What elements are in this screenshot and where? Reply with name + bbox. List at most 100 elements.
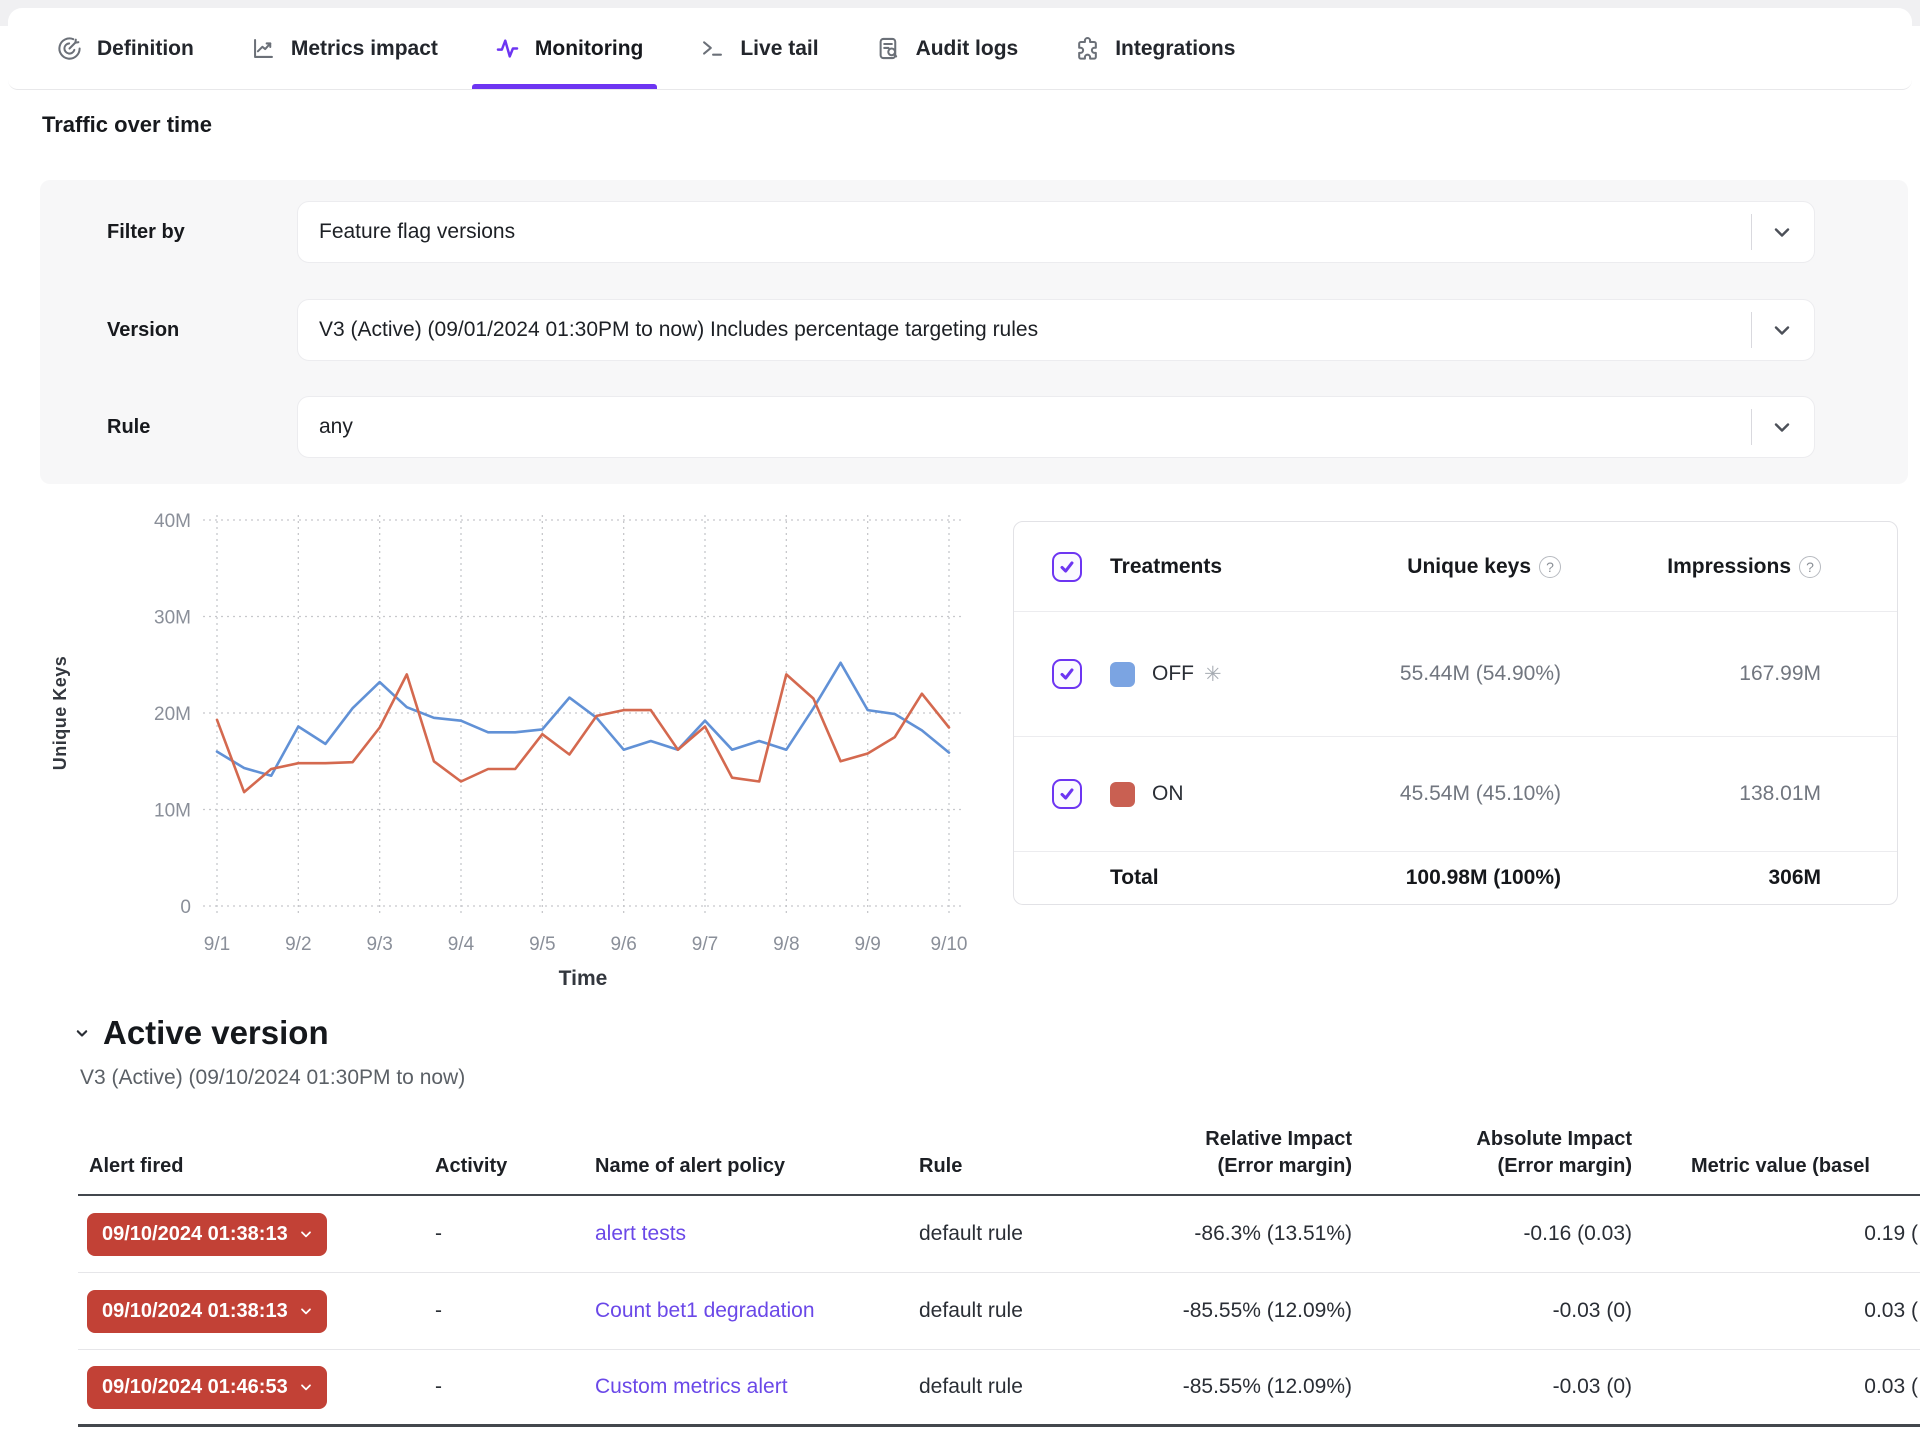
filter-by-select[interactable]: Feature flag versions xyxy=(297,201,1815,263)
section-title: Traffic over time xyxy=(42,112,212,138)
alert-fired-badge[interactable]: 09/10/2024 01:38:13 xyxy=(87,1213,327,1256)
treatments-table: Treatments Unique keys ? Impressions ? O… xyxy=(1013,521,1898,905)
filter-by-value: Feature flag versions xyxy=(298,220,1751,244)
chevron-down-icon xyxy=(298,1379,314,1395)
treatment-off-checkbox[interactable] xyxy=(1052,659,1082,689)
tab-label: Integrations xyxy=(1115,37,1235,61)
svg-text:9/10: 9/10 xyxy=(931,934,968,955)
version-label: Version xyxy=(107,319,179,342)
tab-metrics-impact[interactable]: Metrics impact xyxy=(250,8,438,89)
rule-select[interactable]: any xyxy=(297,396,1815,458)
tab-definition[interactable]: Definition xyxy=(56,8,194,89)
absolute-impact-cell: -0.03 (0) xyxy=(1363,1375,1643,1399)
unique-keys-column-header: Unique keys ? xyxy=(1261,555,1561,579)
tab-live-tail[interactable]: Live tail xyxy=(699,8,818,89)
svg-text:40M: 40M xyxy=(154,511,191,532)
chevron-down-icon xyxy=(1770,415,1794,439)
policy-header: Name of alert policy xyxy=(584,1153,908,1180)
treatment-row-on: ON 45.54M (45.10%) 138.01M xyxy=(1014,737,1897,852)
rule-cell: default rule xyxy=(908,1375,1108,1399)
select-divider xyxy=(1751,214,1752,250)
rule-label: Rule xyxy=(107,416,150,439)
on-unique-keys-value: 45.54M (45.10%) xyxy=(1261,782,1561,806)
alert-policy-link[interactable]: Custom metrics alert xyxy=(595,1375,788,1398)
total-impressions-value: 306M xyxy=(1561,866,1821,890)
chevron-down-icon xyxy=(1770,318,1794,342)
svg-text:9/1: 9/1 xyxy=(204,934,230,955)
tab-label: Metrics impact xyxy=(291,37,438,61)
svg-text:20M: 20M xyxy=(154,704,191,725)
treatment-on-label: ON xyxy=(1152,782,1261,806)
select-divider xyxy=(1751,312,1752,348)
tab-bar: Definition Metrics impact Monitoring Liv… xyxy=(8,8,1912,90)
help-icon[interactable]: ? xyxy=(1799,556,1821,578)
total-unique-keys-value: 100.98M (100%) xyxy=(1261,866,1561,890)
alert-row: 09/10/2024 01:38:13 - Count bet1 degrada… xyxy=(78,1273,1920,1350)
collapse-chevron-icon[interactable] xyxy=(72,1023,92,1043)
alert-fired-header: Alert fired xyxy=(78,1153,424,1180)
chevron-down-icon xyxy=(1770,220,1794,244)
relative-impact-cell: -85.55% (12.09%) xyxy=(1108,1299,1363,1323)
svg-text:10M: 10M xyxy=(154,801,191,822)
svg-text:Unique Keys: Unique Keys xyxy=(50,656,70,771)
chevron-down-icon xyxy=(298,1303,314,1319)
rule-cell: default rule xyxy=(908,1299,1108,1323)
policy-cell: Custom metrics alert xyxy=(584,1375,908,1399)
svg-text:Time: Time xyxy=(559,967,608,990)
policy-cell: alert tests xyxy=(584,1222,908,1246)
alert-fired-badge[interactable]: 09/10/2024 01:38:13 xyxy=(87,1290,327,1333)
svg-text:9/9: 9/9 xyxy=(854,934,880,955)
rule-value: any xyxy=(298,415,1751,439)
alerts-table: Alert fired Activity Name of alert polic… xyxy=(78,1100,1920,1427)
absolute-impact-cell: -0.03 (0) xyxy=(1363,1299,1643,1323)
version-row: Version V3 (Active) (09/01/2024 01:30PM … xyxy=(40,299,1908,361)
svg-text:9/8: 9/8 xyxy=(773,934,799,955)
line-chart-icon xyxy=(250,35,277,62)
treatments-header-row: Treatments Unique keys ? Impressions ? xyxy=(1014,522,1897,612)
chevron-down-icon xyxy=(298,1226,314,1242)
treatments-select-all-checkbox[interactable] xyxy=(1052,552,1082,582)
help-icon[interactable]: ? xyxy=(1539,556,1561,578)
treatment-on-checkbox[interactable] xyxy=(1052,779,1082,809)
version-value: V3 (Active) (09/01/2024 01:30PM to now) … xyxy=(298,318,1751,342)
off-series-swatch xyxy=(1110,662,1135,687)
alert-policy-link[interactable]: alert tests xyxy=(595,1222,686,1245)
treatments-total-row: Total 100.98M (100%) 306M xyxy=(1014,852,1897,904)
rule-cell: default rule xyxy=(908,1222,1108,1246)
tab-monitoring[interactable]: Monitoring xyxy=(494,8,643,89)
tab-audit-logs[interactable]: Audit logs xyxy=(875,8,1019,89)
treatments-column-header: Treatments xyxy=(1110,555,1261,579)
metric-value-cell: 0.03 ( xyxy=(1643,1299,1920,1323)
treatment-row-off: OFF ✳ 55.44M (54.90%) 167.99M xyxy=(1014,612,1897,737)
alert-policy-link[interactable]: Count bet1 degradation xyxy=(595,1299,815,1322)
tab-label: Monitoring xyxy=(535,37,643,61)
off-unique-keys-value: 55.44M (54.90%) xyxy=(1261,662,1561,686)
rule-header: Rule xyxy=(908,1153,1108,1180)
tab-label: Audit logs xyxy=(916,37,1019,61)
pulse-icon xyxy=(494,35,521,62)
svg-text:9/2: 9/2 xyxy=(285,934,311,955)
svg-text:9/3: 9/3 xyxy=(366,934,392,955)
monitoring-page: Definition Metrics impact Monitoring Liv… xyxy=(0,0,1920,1431)
svg-text:0: 0 xyxy=(180,897,191,918)
svg-text:9/7: 9/7 xyxy=(692,934,718,955)
impressions-column-header: Impressions ? xyxy=(1561,555,1821,579)
active-version-title: Active version xyxy=(103,1014,329,1052)
alert-fired-badge[interactable]: 09/10/2024 01:46:53 xyxy=(87,1366,327,1409)
tab-integrations[interactable]: Integrations xyxy=(1074,8,1235,89)
version-select[interactable]: V3 (Active) (09/01/2024 01:30PM to now) … xyxy=(297,299,1815,361)
on-series-swatch xyxy=(1110,782,1135,807)
svg-text:30M: 30M xyxy=(154,608,191,629)
puzzle-icon xyxy=(1074,35,1101,62)
default-treatment-icon: ✳ xyxy=(1204,662,1222,687)
tab-label: Live tail xyxy=(740,37,818,61)
off-impressions-value: 167.99M xyxy=(1561,662,1821,686)
svg-text:9/6: 9/6 xyxy=(610,934,636,955)
alerts-table-header: Alert fired Activity Name of alert polic… xyxy=(78,1100,1920,1196)
relative-impact-cell: -85.55% (12.09%) xyxy=(1108,1375,1363,1399)
activity-cell: - xyxy=(424,1222,584,1246)
on-impressions-value: 138.01M xyxy=(1561,782,1821,806)
traffic-chart: 010M20M30M40M9/19/29/39/49/59/69/79/89/9… xyxy=(40,505,1000,1005)
alert-row: 09/10/2024 01:46:53 - Custom metrics ale… xyxy=(78,1350,1920,1427)
treatment-off-label: OFF ✳ xyxy=(1152,662,1261,687)
